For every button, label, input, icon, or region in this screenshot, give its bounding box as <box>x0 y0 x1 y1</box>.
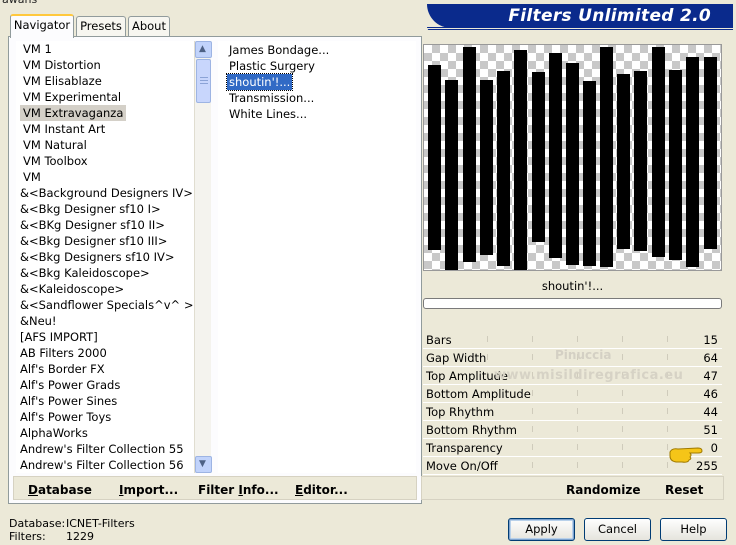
category-item[interactable]: Andrew's Filter Collection 56 <box>17 457 187 473</box>
category-item[interactable]: VM Toolbox <box>20 153 91 169</box>
param-label: Bottom Amplitude <box>426 387 531 401</box>
database-button[interactable]: Database <box>28 483 92 497</box>
scroll-up-button[interactable]: ▲ <box>195 41 212 58</box>
category-item[interactable]: AB Filters 2000 <box>17 345 110 361</box>
category-item[interactable]: AlphaWorks <box>17 425 91 441</box>
randomize-button[interactable]: Randomize <box>566 483 640 497</box>
param-value: 15 <box>703 333 718 347</box>
param-value: 47 <box>703 369 718 383</box>
category-item-selected[interactable]: VM Extravaganza <box>20 105 127 121</box>
tab-navigator[interactable]: Navigator <box>10 14 74 38</box>
tab-presets[interactable]: Presets <box>76 16 126 36</box>
category-item[interactable]: VM Instant Art <box>20 121 108 137</box>
watermark-url: www.misildiregrafica.eu <box>494 368 684 383</box>
watermark-name: Pinuccia <box>555 348 612 362</box>
category-item[interactable]: VM Distortion <box>20 57 104 73</box>
param-label: Top Rhythm <box>426 405 495 419</box>
category-item[interactable]: VM Experimental <box>20 89 124 105</box>
category-item[interactable]: &Neu! <box>17 313 60 329</box>
chevron-up-icon: ▲ <box>199 44 206 54</box>
banner-stripes <box>427 27 733 31</box>
param-value: 0 <box>710 441 718 455</box>
param-bottom-rhythm[interactable]: Bottom Rhythm 51 <box>423 421 722 439</box>
param-label: Gap Width <box>426 351 487 365</box>
param-top-rhythm[interactable]: Top Rhythm 44 <box>423 403 722 421</box>
category-item[interactable]: Alf's Power Sines <box>17 393 120 409</box>
filter-item-selected[interactable]: shoutin'!... <box>225 73 294 91</box>
param-value: 46 <box>703 387 718 401</box>
slider-ticks <box>487 408 668 416</box>
category-item[interactable]: Alf's Border FX <box>17 361 108 377</box>
help-button[interactable]: Help <box>660 518 727 541</box>
category-item[interactable]: VM 1 <box>20 41 55 57</box>
category-item[interactable]: [AFS IMPORT] <box>17 329 101 345</box>
category-item[interactable]: &<Bkg Designer sf10 I> <box>17 201 164 217</box>
param-label: Move On/Off <box>426 459 498 473</box>
category-item[interactable]: VM Natural <box>20 137 90 153</box>
param-value: 64 <box>703 351 718 365</box>
filter-item[interactable]: Plastic Surgery <box>227 58 317 74</box>
editor-button[interactable]: Editor... <box>295 483 348 497</box>
filter-item[interactable]: White Lines... <box>227 106 309 122</box>
preview-bars <box>428 47 717 270</box>
app-banner: Filters Unlimited 2.0 <box>427 4 733 28</box>
filters-count-label: Filters: <box>9 530 46 543</box>
filter-preview <box>423 44 722 271</box>
category-item[interactable]: VM Elisablaze <box>20 73 105 89</box>
filter-item[interactable]: Transmission... <box>227 90 316 106</box>
filter-item[interactable]: James Bondage... <box>227 42 331 58</box>
apply-button[interactable]: Apply <box>508 518 575 541</box>
param-bars[interactable]: Bars 15 <box>423 331 722 349</box>
pointing-hand-icon <box>668 444 704 467</box>
slider-ticks <box>487 336 668 344</box>
scroll-down-button[interactable]: ▼ <box>195 456 212 473</box>
param-value: 44 <box>703 405 718 419</box>
parameter-toolbar: Randomize Reset <box>421 476 724 500</box>
filters-count-value: 1229 <box>66 530 94 543</box>
category-item[interactable]: &<BKg Designer sf10 II> <box>17 217 168 233</box>
cancel-button[interactable]: Cancel <box>584 518 651 541</box>
category-scrollbar[interactable]: ▲ ▼ <box>194 41 212 473</box>
category-item[interactable]: &<Kaleidoscope> <box>17 281 127 297</box>
import-button[interactable]: Import... <box>119 483 178 497</box>
category-item[interactable]: Alf's Power Toys <box>17 409 114 425</box>
chevron-down-icon: ▼ <box>199 459 206 469</box>
category-item[interactable]: Alf's Power Grads <box>17 377 123 393</box>
navigator-toolbar: Database Import... Filter Info... Editor… <box>13 476 417 500</box>
database-value: ICNET-Filters <box>66 517 135 530</box>
param-value: 51 <box>703 423 718 437</box>
param-bottom-amplitude[interactable]: Bottom Amplitude 46 <box>423 385 722 403</box>
category-item[interactable]: &<Bkg Kaleidoscope> <box>17 265 153 281</box>
category-item[interactable]: VM <box>20 169 44 185</box>
filter-info-button[interactable]: Filter Info... <box>198 483 279 497</box>
category-item[interactable]: &<Sandflower Specials^v^ > <box>17 297 194 313</box>
filter-list[interactable]: James Bondage... Plastic Surgery shoutin… <box>218 41 416 473</box>
slider-ticks <box>487 444 668 452</box>
window-title: awans <box>2 0 37 6</box>
reset-button[interactable]: Reset <box>665 483 703 497</box>
param-label: Bottom Rhythm <box>426 423 517 437</box>
category-item[interactable]: &<Bkg Designers sf10 IV> <box>17 249 178 265</box>
category-item[interactable]: &<Background Designers IV> <box>17 185 194 201</box>
progress-bar <box>423 298 722 309</box>
preview-filter-name: shoutin'!... <box>423 279 722 295</box>
tab-about[interactable]: About <box>128 16 170 36</box>
slider-ticks <box>487 462 668 470</box>
scroll-thumb[interactable] <box>196 59 211 103</box>
category-list[interactable]: VM 1 VM Distortion VM Elisablaze VM Expe… <box>16 41 194 473</box>
param-label: Bars <box>426 333 452 347</box>
param-label: Transparency <box>426 441 503 455</box>
category-item[interactable]: &<Bkg Designer sf10 III> <box>17 233 170 249</box>
database-label: Database: <box>9 517 66 530</box>
category-item[interactable]: Andrew's Filter Collection 55 <box>17 441 187 457</box>
